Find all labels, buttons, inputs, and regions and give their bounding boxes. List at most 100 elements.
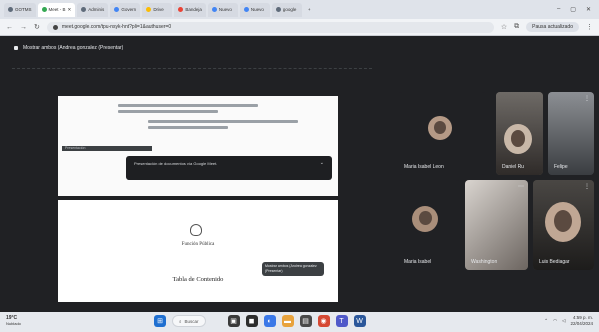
window-controls: – ▢ ✕ bbox=[557, 6, 599, 13]
widgets-icon[interactable]: ◼ bbox=[245, 315, 258, 327]
participant-tile[interactable]: ⋮ Luis Bediagar bbox=[533, 180, 594, 270]
clock-date: 22/04/2024 bbox=[570, 321, 593, 326]
url-field[interactable]: meet.google.com/tpu-nsyk-hnt?pli=1&authu… bbox=[46, 21, 494, 33]
favicon-icon bbox=[211, 7, 217, 12]
forward-icon[interactable]: → bbox=[20, 24, 27, 31]
doc-text-line bbox=[118, 104, 258, 107]
taskbar-apps: ⊞ ⌕ Buscar ▣ ◼ ◐ ▬ ▤ ◉ T W bbox=[154, 315, 366, 327]
maximize-icon[interactable]: ▢ bbox=[570, 6, 576, 13]
browser-tab[interactable]: Nuevo bbox=[239, 2, 270, 17]
doc-org-name: Función Pública bbox=[181, 242, 215, 247]
participant-tile[interactable]: Maria Isabel Leon bbox=[398, 92, 486, 175]
address-bar-row: ← → ↻ meet.google.com/tpu-nsyk-hnt?pli=1… bbox=[0, 19, 599, 36]
tab-label: Bandeja bbox=[185, 7, 202, 12]
doc-title: Tabla de Contenido bbox=[172, 276, 224, 283]
tab-label: Meet - B bbox=[48, 7, 66, 12]
participant-name: Daniel Ru bbox=[502, 164, 524, 170]
back-icon[interactable]: ← bbox=[6, 24, 13, 31]
favicon-icon bbox=[81, 7, 87, 12]
site-info-icon[interactable] bbox=[52, 24, 58, 30]
participant-name: Felipe bbox=[554, 164, 568, 170]
tray-chevron-icon[interactable]: ⌃ bbox=[544, 318, 548, 324]
doc-page-bottom: Función Pública Tabla de Contenido bbox=[58, 200, 338, 302]
close-tab-icon[interactable]: ✕ bbox=[68, 7, 72, 13]
browser-tab-active[interactable]: Meet - B ✕ bbox=[37, 2, 76, 17]
file-explorer-icon[interactable]: ▬ bbox=[281, 315, 294, 327]
tooltip: Mostrar ambos (Andrea gonzalez (Presenta… bbox=[262, 262, 324, 276]
favicon-icon bbox=[146, 7, 152, 12]
tab-label: Drive bbox=[153, 7, 164, 12]
weather-widget[interactable]: 19°C Nublado bbox=[6, 315, 21, 326]
tab-label: Nuevo bbox=[250, 7, 264, 12]
participant-name: Maria Isabel Leon bbox=[404, 164, 444, 170]
os-taskbar: 19°C Nublado ⊞ ⌕ Buscar ▣ ◼ ◐ ▬ ▤ ◉ T W ⌃… bbox=[0, 312, 599, 332]
store-icon[interactable]: ▤ bbox=[299, 315, 312, 327]
more-options-icon[interactable]: ⋮ bbox=[584, 95, 590, 102]
task-view-icon[interactable]: ▣ bbox=[227, 315, 240, 327]
menu-kebab-icon[interactable]: ⋮ bbox=[586, 23, 593, 31]
browser-tab[interactable]: Adminis bbox=[77, 2, 109, 17]
toast-text: Presentación de documentos vía Google Me… bbox=[134, 161, 218, 166]
participant-name: Washington bbox=[471, 259, 498, 265]
bookmark-star-icon[interactable]: ☆ bbox=[501, 23, 507, 31]
browser-tab[interactable]: Govern bbox=[110, 2, 141, 17]
doc-text-line bbox=[118, 110, 218, 113]
favicon-icon bbox=[114, 7, 120, 12]
search-placeholder: Buscar bbox=[184, 318, 199, 324]
doc-text-line bbox=[148, 120, 298, 123]
volume-icon[interactable]: ◁ bbox=[562, 318, 565, 324]
presenting-banner: Mostrar ambos (Andrea gonzalez (Presenta… bbox=[14, 45, 123, 51]
participant-tile[interactable]: ⋮ Felipe bbox=[548, 92, 594, 175]
teams-icon[interactable]: T bbox=[335, 315, 348, 327]
face bbox=[504, 124, 532, 154]
favicon-icon bbox=[275, 7, 281, 12]
meet-favicon-icon bbox=[41, 7, 47, 12]
close-window-icon[interactable]: ✕ bbox=[586, 6, 591, 13]
tab-label: Nuevo bbox=[218, 7, 232, 12]
search-icon: ⌕ bbox=[179, 318, 182, 324]
browser-tab[interactable]: Nuevo bbox=[207, 2, 238, 17]
new-tab-button[interactable]: + bbox=[304, 3, 315, 17]
participant-name: Luis Bediagar bbox=[539, 259, 570, 265]
browser-tab[interactable]: Bandeja bbox=[174, 2, 206, 17]
reload-icon[interactable]: ↻ bbox=[34, 23, 40, 31]
screen: GOTMS Meet - B ✕ Adminis Govern Drive Ban… bbox=[0, 0, 599, 332]
participant-name: Maria Isabel bbox=[404, 259, 432, 265]
participant-tile[interactable]: Maria Isabel bbox=[398, 180, 460, 270]
windows-start-icon[interactable]: ⊞ bbox=[154, 315, 166, 327]
browser-tab-strip: GOTMS Meet - B ✕ Adminis Govern Drive Ban… bbox=[0, 0, 599, 19]
participant-tile[interactable]: ⋯ Washington bbox=[465, 180, 528, 270]
favicon-icon bbox=[178, 7, 184, 12]
tab-label: GOTMS bbox=[15, 7, 32, 12]
tab-label: google bbox=[282, 7, 297, 12]
notification-toast: Presentación de documentos vía Google Me… bbox=[126, 156, 332, 180]
doc-toolbar-strip: Presentación bbox=[62, 146, 152, 151]
chrome-icon[interactable]: ◉ bbox=[317, 315, 330, 327]
profile-button[interactable]: Pausa actualizado bbox=[526, 22, 579, 32]
weather-desc: Nublado bbox=[6, 321, 21, 326]
clock[interactable]: 4:59 p. m. 22/04/2024 bbox=[570, 315, 593, 327]
browser-tab[interactable]: GOTMS bbox=[4, 2, 36, 17]
taskbar-search[interactable]: ⌕ Buscar bbox=[172, 315, 206, 327]
edge-icon[interactable]: ◐ bbox=[263, 315, 276, 327]
extensions-icon[interactable]: ⧉ bbox=[514, 23, 519, 31]
close-toast-icon[interactable]: ⌄ bbox=[320, 161, 324, 166]
more-options-icon[interactable]: ⋮ bbox=[584, 183, 590, 190]
doc-text-line bbox=[148, 126, 228, 129]
favicon-icon bbox=[8, 7, 13, 12]
banner-divider bbox=[12, 63, 372, 69]
favicon-icon bbox=[243, 7, 249, 12]
minimize-icon[interactable]: – bbox=[557, 6, 560, 13]
more-options-icon[interactable]: ⋯ bbox=[518, 183, 524, 190]
word-icon[interactable]: W bbox=[353, 315, 366, 327]
participant-video bbox=[548, 92, 594, 175]
avatar bbox=[428, 116, 452, 140]
face bbox=[545, 202, 581, 242]
browser-tab[interactable]: google bbox=[271, 2, 302, 17]
browser-tab[interactable]: Drive bbox=[142, 2, 173, 17]
participant-tile[interactable]: Daniel Ru bbox=[496, 92, 543, 175]
wifi-icon[interactable]: ◠ bbox=[553, 318, 557, 324]
present-screen-icon bbox=[14, 46, 18, 50]
tab-label: Govern bbox=[121, 7, 137, 12]
participant-video bbox=[465, 180, 528, 270]
